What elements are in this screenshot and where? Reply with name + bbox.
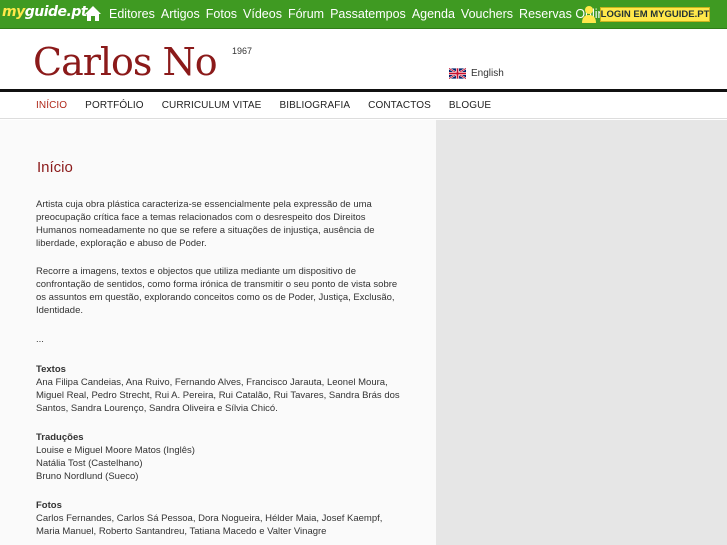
top-nav: Editores Artigos Fotos Vídeos Fórum Pass…: [109, 7, 617, 21]
tab-bibliografia[interactable]: BIBLIOGRAFIA: [279, 100, 350, 111]
tab-portfolio[interactable]: PORTFÓLIO: [85, 100, 144, 111]
user-icon: [582, 6, 596, 23]
fotos-line: Maria Manuel, Roberto Santandreu, Tatian…: [36, 526, 327, 537]
sidebar-panel: [436, 120, 727, 545]
method-line: Identidade.: [36, 305, 84, 316]
traducoes-line: Bruno Nordlund (Sueco): [36, 471, 139, 482]
traducoes-line: Louise e Miguel Moore Matos (Inglês): [36, 445, 195, 456]
traducoes-heading: Traduções: [36, 432, 84, 443]
top-bar: myguide.pt Editores Artigos Fotos Vídeos…: [0, 0, 727, 29]
language-label: English: [471, 68, 504, 79]
main-content: Início Artista cuja obra plástica caract…: [0, 120, 436, 545]
intro-line: preocupação crítica face a temas relacio…: [36, 212, 366, 223]
tab-contactos[interactable]: CONTACTOS: [368, 100, 431, 111]
artist-name[interactable]: Carlos No: [33, 40, 218, 84]
nav-vouchers[interactable]: Vouchers: [461, 7, 513, 21]
site-header: Carlos No 1967 English: [0, 30, 727, 89]
textos-line: Ana Filipa Candeias, Ana Ruivo, Fernando…: [36, 377, 388, 388]
method-line: confrontação de sentidos, como forma iró…: [36, 279, 398, 290]
nav-forum[interactable]: Fórum: [288, 7, 324, 21]
home-icon[interactable]: [84, 5, 102, 23]
nav-agenda[interactable]: Agenda: [412, 7, 455, 21]
tab-blogue[interactable]: BLOGUE: [449, 100, 491, 111]
nav-videos[interactable]: Vídeos: [243, 7, 282, 21]
textos-line: Santos, Sandra Lourenço, Sandra Oliveira…: [36, 403, 278, 414]
fotos-line: Carlos Fernandes, Carlos Sá Pessoa, Dora…: [36, 513, 383, 524]
nav-artigos[interactable]: Artigos: [161, 7, 200, 21]
nav-reservas-online[interactable]: Reservas Online: [519, 7, 611, 21]
nav-fotos[interactable]: Fotos: [206, 7, 237, 21]
language-switch[interactable]: English: [449, 68, 504, 79]
textos-heading: Textos: [36, 364, 66, 375]
myguide-logo[interactable]: myguide.pt: [2, 4, 88, 24]
intro-line: Humanos nomeadamente no que se refere a …: [36, 225, 375, 236]
section-nav: INÍCIO PORTFÓLIO CURRICULUM VITAE BIBLIO…: [0, 92, 727, 119]
nav-passatempos[interactable]: Passatempos: [330, 7, 406, 21]
method-line: Recorre a imagens, textos e objectos que…: [36, 266, 357, 277]
tab-inicio[interactable]: INÍCIO: [36, 100, 67, 111]
login-button[interactable]: LOGIN EM MYGUIDE.PT: [600, 7, 710, 22]
page-title: Início: [37, 159, 73, 176]
intro-line: liberdade, exploração e abuso de Poder.: [36, 238, 207, 249]
uk-flag-icon: [449, 68, 466, 79]
textos-line: Miguel Real, Pedro Strecht, Rui A. Perei…: [36, 390, 400, 401]
method-line: os assuntos em questão, explorando conce…: [36, 292, 395, 303]
intro-line: Artista cuja obra plástica caracteriza-s…: [36, 199, 372, 210]
fotos-heading: Fotos: [36, 500, 62, 511]
traducoes-line: Natália Tost (Castelhano): [36, 458, 143, 469]
ellipsis: ...: [36, 334, 44, 345]
tab-curriculum-vitae[interactable]: CURRICULUM VITAE: [162, 100, 262, 111]
birth-year: 1967: [232, 46, 253, 56]
nav-editores[interactable]: Editores: [109, 7, 155, 21]
